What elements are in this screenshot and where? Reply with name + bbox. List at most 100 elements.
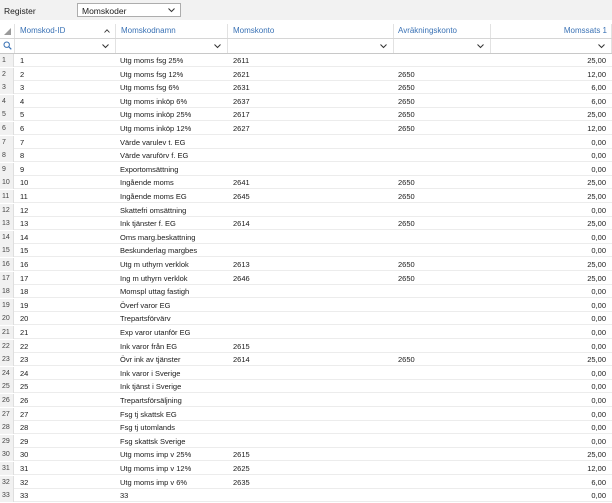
table-row[interactable]: 11 11 Ingående moms EG 2645 2650 25,00 (0, 190, 612, 203)
cell-avrakningskonto[interactable] (398, 380, 488, 393)
cell-momssats-1[interactable]: 25,00 (495, 176, 608, 189)
cell-momskodnamn[interactable]: Värde varulev t. EG (120, 136, 226, 149)
cell-momskodnamn[interactable]: Ingående moms (120, 176, 226, 189)
cell-avrakningskonto[interactable]: 2650 (398, 353, 488, 366)
cell-momskonto[interactable]: 2625 (233, 462, 393, 475)
cell-momskod-id[interactable]: 29 (20, 435, 112, 448)
cell-momskonto[interactable]: 2627 (233, 122, 393, 135)
table-row[interactable]: 3 3 Utg moms fsg 6% 2631 2650 6,00 (0, 81, 612, 95)
cell-avrakningskonto[interactable] (398, 285, 488, 298)
cell-avrakningskonto[interactable] (398, 421, 488, 434)
cell-momssats-1[interactable]: 0,00 (495, 136, 608, 149)
cell-momskodnamn[interactable]: Utg moms fsg 6% (120, 81, 226, 94)
cell-momskonto[interactable]: 2631 (233, 81, 393, 94)
cell-avrakningskonto[interactable] (398, 340, 488, 353)
cell-momssats-1[interactable]: 25,00 (495, 190, 608, 203)
row-number[interactable]: 33 (0, 489, 14, 503)
cell-momskodnamn[interactable]: Beskunderlag margbes (120, 244, 226, 257)
cell-momskonto[interactable]: 2615 (233, 448, 393, 461)
column-header-momskonto[interactable]: Momskonto (228, 24, 394, 38)
cell-momskod-id[interactable]: 2 (20, 68, 112, 81)
cell-momskonto[interactable]: 2637 (233, 95, 393, 108)
cell-avrakningskonto[interactable] (398, 149, 488, 162)
row-number[interactable]: 5 (0, 108, 14, 122)
row-number[interactable]: 11 (0, 190, 14, 203)
cell-avrakningskonto[interactable] (398, 367, 488, 380)
table-row[interactable]: 22 22 Ink varor från EG 2615 0,00 (0, 339, 612, 353)
cell-avrakningskonto[interactable] (398, 312, 488, 325)
cell-momskod-id[interactable]: 16 (20, 258, 112, 271)
table-row[interactable]: 21 21 Exp varor utanför EG 0,00 (0, 326, 612, 339)
row-number[interactable]: 21 (0, 326, 14, 339)
cell-momskonto[interactable] (233, 367, 393, 380)
table-row[interactable]: 31 31 Utg moms imp v 12% 2625 12,00 (0, 462, 612, 475)
filter-momskodnamn[interactable] (116, 39, 228, 53)
cell-momskodnamn[interactable]: Ing m uthyrn verklok (120, 272, 226, 285)
cell-momskonto[interactable] (233, 136, 393, 149)
table-row[interactable]: 8 8 Värde varuförv f. EG 0,00 (0, 149, 612, 163)
row-number[interactable]: 29 (0, 434, 14, 448)
cell-momskonto[interactable]: 2641 (233, 176, 393, 189)
cell-avrakningskonto[interactable] (398, 448, 488, 461)
cell-momskonto[interactable]: 2613 (233, 258, 393, 271)
cell-momssats-1[interactable]: 0,00 (495, 163, 608, 176)
table-row[interactable]: 6 6 Utg moms inköp 12% 2627 2650 12,00 (0, 122, 612, 135)
cell-momskodnamn[interactable]: Utg moms inköp 25% (120, 108, 226, 121)
cell-avrakningskonto[interactable]: 2650 (398, 272, 488, 285)
column-header-momssats-1[interactable]: Momssats 1 (491, 24, 612, 38)
cell-momskod-id[interactable]: 19 (20, 299, 112, 312)
row-number[interactable]: 25 (0, 380, 14, 394)
cell-momskod-id[interactable]: 32 (20, 476, 112, 489)
cell-momskonto[interactable] (233, 489, 393, 502)
cell-momskodnamn[interactable]: Fsg skattsk Sverige (120, 435, 226, 448)
cell-momssats-1[interactable]: 25,00 (495, 217, 608, 230)
cell-momskodnamn[interactable]: Överf varor EG (120, 299, 226, 312)
cell-momssats-1[interactable]: 0,00 (495, 394, 608, 407)
filter-momskod-id[interactable] (15, 39, 116, 53)
row-number[interactable]: 1 (0, 54, 14, 67)
cell-momskodnamn[interactable]: Utg m uthyrn verklok (120, 258, 226, 271)
column-header-momskod-id[interactable]: Momskod-ID (15, 24, 116, 38)
table-row[interactable]: 13 13 Ink tjänster f. EG 2614 2650 25,00 (0, 217, 612, 231)
cell-avrakningskonto[interactable] (398, 476, 488, 489)
filter-momskonto[interactable] (228, 39, 394, 53)
cell-avrakningskonto[interactable]: 2650 (398, 217, 488, 230)
search-icon[interactable] (3, 41, 12, 50)
cell-momskod-id[interactable]: 13 (20, 217, 112, 230)
cell-momskodnamn[interactable]: Skattefri omsättning (120, 204, 226, 217)
cell-momssats-1[interactable]: 0,00 (495, 421, 608, 434)
row-number[interactable]: 15 (0, 244, 14, 258)
cell-momssats-1[interactable]: 0,00 (495, 149, 608, 162)
table-row[interactable]: 12 12 Skattefri omsättning 0,00 (0, 203, 612, 217)
cell-momskod-id[interactable]: 5 (20, 108, 112, 121)
cell-momskodnamn[interactable]: Exp varor utanför EG (120, 326, 226, 339)
table-row[interactable]: 24 24 Ink varor i Sverige 0,00 (0, 366, 612, 380)
cell-momskodnamn[interactable]: Fsg tj utomlands (120, 421, 226, 434)
cell-momskod-id[interactable]: 20 (20, 312, 112, 325)
cell-momskonto[interactable]: 2646 (233, 272, 393, 285)
row-number[interactable]: 22 (0, 339, 14, 353)
cell-momskonto[interactable] (233, 394, 393, 407)
cell-momskodnamn[interactable]: Exportomsättning (120, 163, 226, 176)
row-number[interactable]: 20 (0, 312, 14, 326)
cell-avrakningskonto[interactable] (398, 408, 488, 421)
cell-momskod-id[interactable]: 14 (20, 231, 112, 244)
table-row[interactable]: 26 26 Trepartsförsäljning 0,00 (0, 394, 612, 407)
table-row[interactable]: 30 30 Utg moms imp v 25% 2615 25,00 (0, 448, 612, 462)
cell-momskodnamn[interactable]: 33 (120, 489, 226, 502)
cell-momskod-id[interactable]: 15 (20, 244, 112, 257)
cell-momskodnamn[interactable]: Utg moms imp v 25% (120, 448, 226, 461)
cell-momskod-id[interactable]: 18 (20, 285, 112, 298)
cell-avrakningskonto[interactable]: 2650 (398, 95, 488, 108)
select-all-triangle-icon[interactable] (4, 28, 11, 35)
cell-momskodnamn[interactable]: Utg moms fsg 12% (120, 68, 226, 81)
cell-momskodnamn[interactable]: Ingående moms EG (120, 190, 226, 203)
cell-momskodnamn[interactable]: Trepartsförsäljning (120, 394, 226, 407)
cell-momssats-1[interactable]: 0,00 (495, 380, 608, 393)
row-number[interactable]: 3 (0, 81, 14, 95)
cell-momskonto[interactable] (233, 231, 393, 244)
row-number[interactable]: 12 (0, 203, 14, 217)
cell-momskod-id[interactable]: 10 (20, 176, 112, 189)
table-row[interactable]: 1 1 Utg moms fsg 25% 2611 25,00 (0, 54, 612, 67)
cell-momssats-1[interactable]: 25,00 (495, 258, 608, 271)
